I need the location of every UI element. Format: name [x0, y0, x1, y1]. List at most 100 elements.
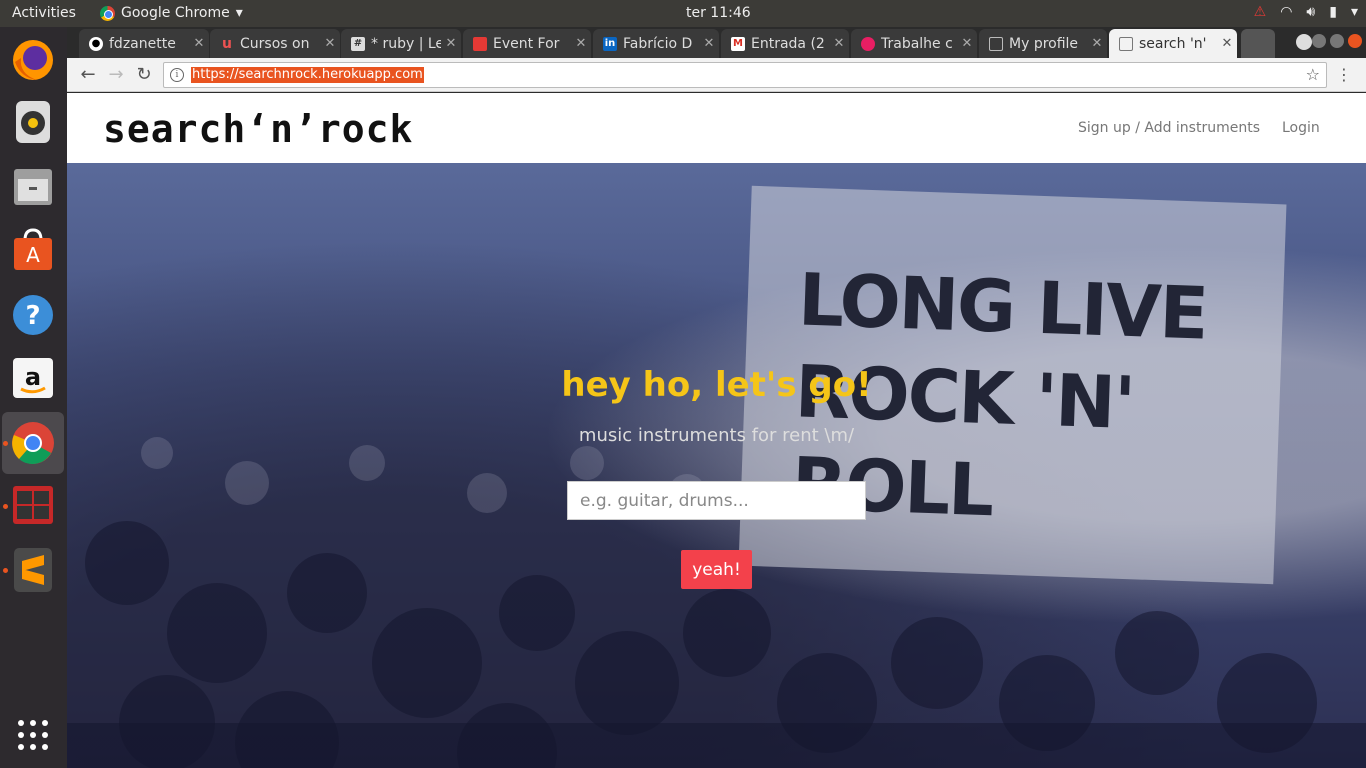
close-window-button[interactable] — [1348, 34, 1362, 48]
clock[interactable]: ter 11:46 — [686, 5, 751, 21]
system-tray[interactable]: ⚠ ◠ 🔊︎ ▮ ▾ — [1254, 4, 1358, 20]
files-launcher[interactable] — [8, 162, 58, 212]
tab-searchnrock[interactable]: search 'n' ✕ — [1109, 29, 1237, 58]
sublime-text-icon — [14, 548, 52, 592]
tab-label: Trabalhe c — [881, 35, 953, 52]
sublime-launcher[interactable] — [8, 545, 58, 595]
tab-label: Cursos on — [240, 35, 310, 52]
minimize-button[interactable] — [1312, 34, 1326, 48]
running-indicator — [3, 568, 8, 573]
github-icon: ● — [89, 36, 103, 51]
warning-icon[interactable]: ⚠ — [1254, 4, 1267, 20]
reload-button[interactable]: ↻ — [133, 64, 155, 86]
login-link[interactable]: Login — [1282, 120, 1320, 136]
hero-section: LONG LIVE ROCK 'N' ROLL hey ho, let's go… — [67, 163, 1366, 768]
volume-icon: 🔊︎ — [1306, 4, 1316, 20]
tab-label: * ruby | Le — [371, 35, 441, 52]
close-icon[interactable]: ✕ — [699, 36, 719, 51]
firefox-launcher[interactable] — [8, 35, 58, 85]
tab-label: Entrada (2 — [751, 35, 825, 52]
tab-label: Event For — [493, 35, 560, 52]
doc-icon — [1119, 36, 1133, 51]
system-top-bar: Activities Google Chrome ▾ ter 11:46 ⚠ ◠… — [0, 0, 1366, 27]
job-icon — [861, 36, 875, 51]
profile-icon[interactable] — [1296, 34, 1312, 50]
speaker-icon — [16, 101, 50, 143]
bookmark-star-icon[interactable]: ☆ — [1306, 65, 1320, 84]
close-icon[interactable]: ✕ — [441, 36, 461, 51]
running-indicator — [3, 504, 8, 509]
app-grid-icon — [18, 720, 48, 750]
window-controls — [1312, 34, 1362, 48]
gmail-icon: M — [731, 36, 745, 51]
browser-toolbar: ← → ↻ i https://searchnrock.herokuapp.co… — [67, 58, 1366, 92]
show-applications-button[interactable] — [8, 710, 58, 760]
chevron-down-icon: ▾ — [1350, 4, 1358, 20]
close-icon[interactable]: ✕ — [829, 36, 849, 51]
rhythmbox-launcher[interactable] — [8, 97, 58, 147]
software-center-launcher[interactable]: A — [8, 225, 58, 275]
tab-event[interactable]: Event For ✕ — [463, 29, 591, 58]
close-icon[interactable]: ✕ — [320, 36, 340, 51]
info-icon[interactable]: i — [170, 68, 184, 82]
hero-tagline: hey ho, let's go! — [561, 365, 872, 405]
chrome-icon — [12, 422, 54, 464]
chrome-icon — [100, 5, 115, 21]
terminator-launcher[interactable] — [8, 480, 58, 530]
address-bar[interactable]: i https://searchnrock.herokuapp.com ☆ — [163, 62, 1327, 88]
site-logo[interactable]: search‘n’rock — [103, 107, 413, 151]
close-icon[interactable]: ✕ — [189, 36, 209, 51]
back-button[interactable]: ← — [77, 64, 99, 86]
app-menu-label: Google Chrome — [121, 5, 230, 21]
tab-my-profile[interactable]: My profile ✕ — [979, 29, 1107, 58]
url-text[interactable]: https://searchnrock.herokuapp.com — [191, 67, 424, 83]
close-icon[interactable]: ✕ — [957, 36, 977, 51]
tab-ruby-slack[interactable]: # * ruby | Le ✕ — [341, 29, 461, 58]
terminal-icon — [13, 486, 53, 524]
tab-label: search 'n' — [1139, 35, 1207, 52]
amazon-icon: a — [13, 358, 53, 398]
maximize-button[interactable] — [1330, 34, 1344, 48]
tab-label: Fabrício D — [623, 35, 693, 52]
running-indicator — [3, 441, 8, 446]
svg-text:?: ? — [25, 301, 40, 331]
udemy-icon: u — [222, 35, 232, 52]
tab-trabalhe[interactable]: Trabalhe c ✕ — [851, 29, 977, 58]
search-submit-button[interactable]: yeah! — [681, 550, 752, 589]
event-icon — [473, 36, 487, 51]
shopping-bag-icon: A — [14, 228, 52, 270]
tab-github[interactable]: ● fdzanette ✕ — [79, 29, 209, 58]
app-menu[interactable]: Google Chrome ▾ — [100, 5, 243, 21]
forward-button[interactable]: → — [105, 64, 127, 86]
instrument-search-input[interactable] — [567, 481, 866, 520]
help-launcher[interactable]: ? — [8, 290, 58, 340]
signup-link[interactable]: Sign up / Add instruments — [1078, 120, 1260, 136]
close-icon[interactable]: ✕ — [571, 36, 591, 51]
battery-icon: ▮ — [1329, 4, 1337, 20]
tab-linkedin[interactable]: in Fabrício D ✕ — [593, 29, 719, 58]
svg-text:a: a — [25, 363, 41, 391]
dock: A ? a — [0, 27, 67, 768]
firefox-icon — [13, 40, 53, 80]
tab-strip: ● fdzanette ✕ u Cursos on ✕ # * ruby | L… — [67, 27, 1366, 58]
linkedin-icon: in — [603, 36, 617, 51]
new-tab-button[interactable] — [1241, 29, 1275, 58]
doc-icon — [989, 36, 1003, 51]
file-cabinet-icon — [14, 169, 52, 205]
tab-label: fdzanette — [109, 35, 176, 52]
close-icon[interactable]: ✕ — [1217, 36, 1237, 51]
slack-icon: # — [351, 36, 365, 51]
amazon-launcher[interactable]: a — [8, 353, 58, 403]
chrome-menu-icon[interactable]: ⋮ — [1336, 65, 1352, 84]
web-page: search‘n’rock Sign up / Add instruments … — [67, 93, 1366, 768]
wifi-icon: ◠ — [1280, 4, 1293, 20]
tab-label: My profile — [1009, 35, 1079, 52]
hero-subtitle: music instruments for rent \m/ — [578, 425, 855, 446]
activities-button[interactable]: Activities — [12, 5, 76, 21]
chrome-launcher[interactable] — [2, 412, 64, 474]
close-icon[interactable]: ✕ — [1087, 36, 1107, 51]
chevron-down-icon: ▾ — [235, 5, 243, 21]
help-icon: ? — [13, 295, 53, 335]
tab-gmail[interactable]: M Entrada (2 ✕ — [721, 29, 849, 58]
tab-cursos[interactable]: u Cursos on ✕ — [210, 29, 340, 58]
